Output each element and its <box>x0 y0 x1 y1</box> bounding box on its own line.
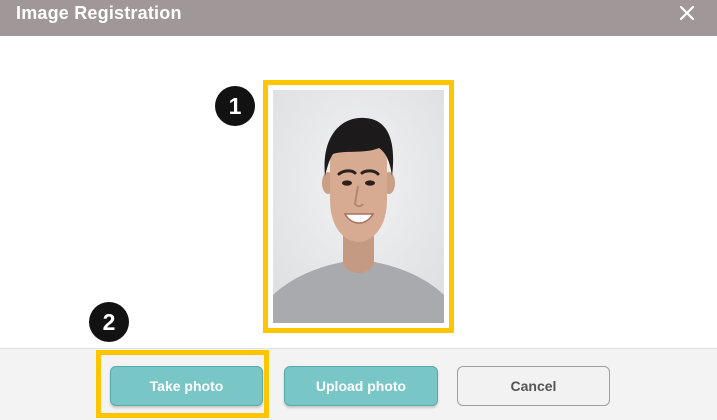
dialog-title: Image Registration <box>16 3 182 23</box>
take-photo-button[interactable]: Take photo <box>110 366 263 406</box>
step-marker-1: 1 <box>215 86 255 126</box>
photo-preview-highlight <box>263 80 454 333</box>
profile-photo <box>273 90 444 323</box>
cancel-button[interactable]: Cancel <box>457 366 610 406</box>
dialog-titlebar: Image Registration <box>0 0 717 36</box>
step-marker-2: 2 <box>89 302 129 342</box>
upload-photo-button[interactable]: Upload photo <box>284 366 438 406</box>
close-icon[interactable] <box>672 0 702 26</box>
